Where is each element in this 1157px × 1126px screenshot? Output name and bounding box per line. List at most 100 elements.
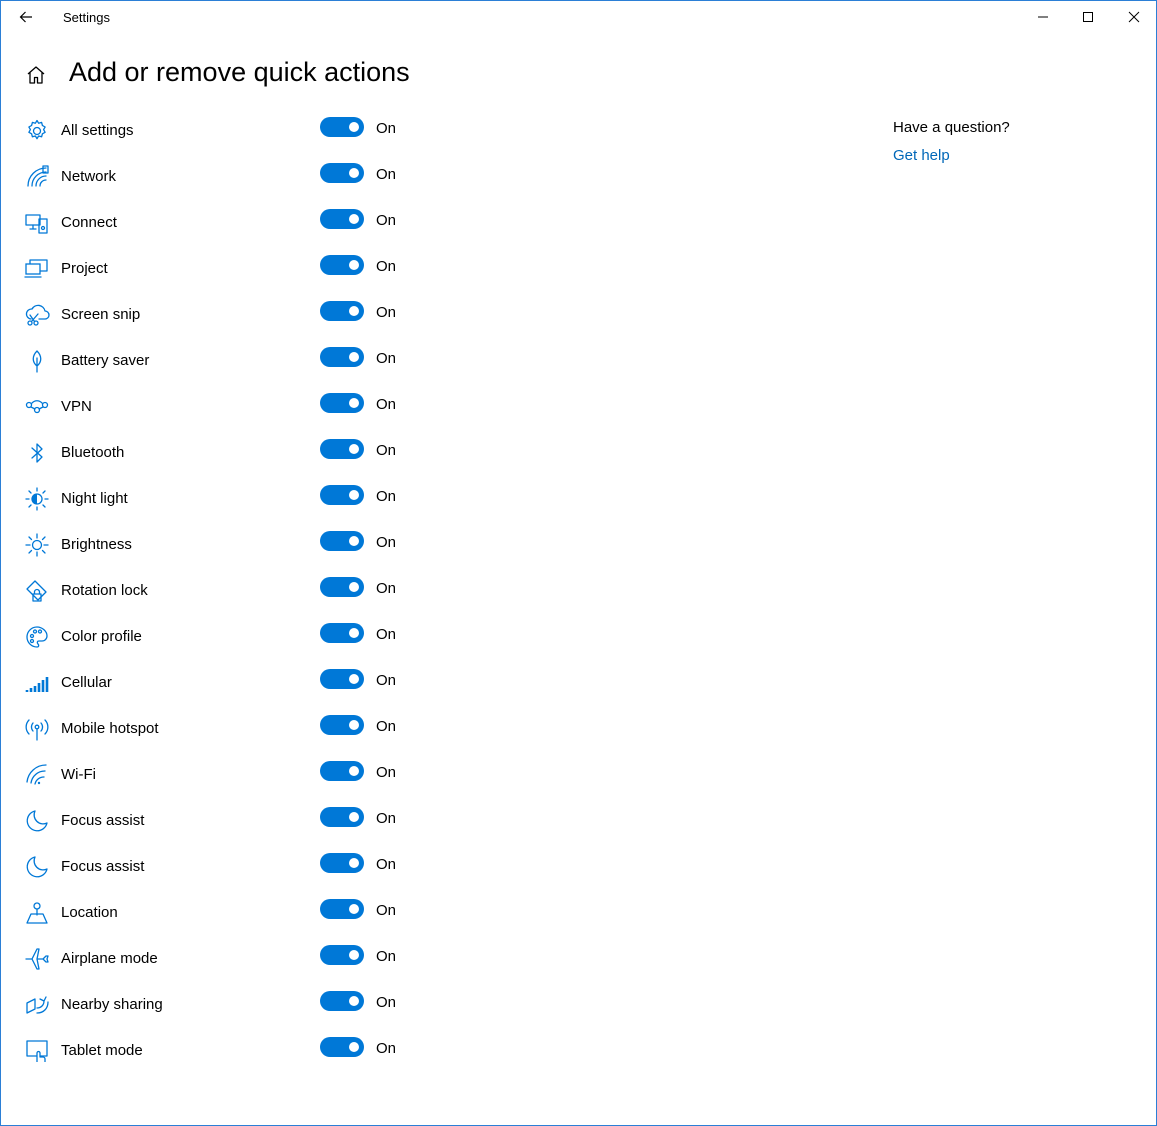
connect-icon <box>24 210 50 236</box>
quick-action-label: Focus assist <box>61 812 145 829</box>
cellular-icon <box>24 670 50 696</box>
quick-action-row: Wi-Fi On <box>1 751 441 797</box>
quick-action-label: VPN <box>61 398 92 415</box>
rotation-lock-icon <box>24 578 50 604</box>
quick-action-row: VPN On <box>1 383 441 429</box>
screen-snip-icon <box>24 302 50 328</box>
quick-action-label: Cellular <box>61 674 112 691</box>
quick-action-toggle[interactable] <box>320 623 364 643</box>
toggle-knob <box>349 628 359 638</box>
get-help-link[interactable]: Get help <box>893 147 1010 164</box>
quick-action-toggle[interactable] <box>320 255 364 275</box>
quick-action-label: Brightness <box>61 536 132 553</box>
wifi-icon <box>24 762 50 788</box>
quick-action-label: Airplane mode <box>61 950 158 967</box>
quick-action-label: Battery saver <box>61 352 150 369</box>
quick-action-row: Location On <box>1 889 441 935</box>
toggle-state-label: On <box>376 120 397 137</box>
quick-action-row: Network On <box>1 153 441 199</box>
quick-action-label: Tablet mode <box>61 1042 143 1059</box>
network-icon <box>24 164 50 190</box>
quick-action-toggle[interactable] <box>320 1037 364 1057</box>
night-light-icon <box>24 486 50 512</box>
back-button[interactable] <box>11 3 41 31</box>
focus-assist-icon <box>24 854 50 880</box>
quick-action-label: Bluetooth <box>61 444 125 461</box>
quick-action-toggle[interactable] <box>320 209 364 229</box>
page-title: Add or remove quick actions <box>69 57 410 87</box>
close-button[interactable] <box>1111 1 1156 33</box>
quick-action-row: Focus assist On <box>1 843 441 889</box>
toggle-knob <box>349 858 359 868</box>
toggle-knob <box>349 490 359 500</box>
quick-action-toggle[interactable] <box>320 807 364 827</box>
quick-action-toggle[interactable] <box>320 715 364 735</box>
quick-action-label: Night light <box>61 490 128 507</box>
quick-action-row: All settings On <box>1 107 441 153</box>
toggle-state-label: On <box>376 1040 397 1057</box>
close-icon <box>1128 11 1140 23</box>
toggle-knob <box>349 1042 359 1052</box>
quick-action-label: All settings <box>61 122 134 139</box>
quick-action-row: Connect On <box>1 199 441 245</box>
quick-action-toggle[interactable] <box>320 577 364 597</box>
toggle-state-label: On <box>376 166 397 183</box>
toggle-state-label: On <box>376 672 397 689</box>
quick-action-toggle[interactable] <box>320 991 364 1011</box>
quick-action-toggle[interactable] <box>320 301 364 321</box>
quick-action-toggle[interactable] <box>320 945 364 965</box>
mobile-hotspot-icon <box>24 716 50 742</box>
maximize-button[interactable] <box>1065 1 1111 33</box>
quick-action-label: Color profile <box>61 628 142 645</box>
minimize-button[interactable] <box>1020 1 1066 33</box>
toggle-state-label: On <box>376 258 397 275</box>
minimize-icon <box>1038 16 1048 18</box>
toggle-state-label: On <box>376 212 397 229</box>
quick-action-toggle[interactable] <box>320 393 364 413</box>
quick-action-label: Location <box>61 904 118 921</box>
quick-action-label: Wi-Fi <box>61 766 96 783</box>
help-panel: Have a question? Get help <box>893 119 1010 164</box>
toggle-state-label: On <box>376 718 397 735</box>
quick-action-toggle[interactable] <box>320 531 364 551</box>
quick-action-toggle[interactable] <box>320 163 364 183</box>
toggle-state-label: On <box>376 902 397 919</box>
quick-action-toggle[interactable] <box>320 117 364 137</box>
nearby-sharing-icon <box>24 992 50 1018</box>
toggle-state-label: On <box>376 764 397 781</box>
toggle-knob <box>349 812 359 822</box>
quick-action-row: Cellular On <box>1 659 441 705</box>
toggle-knob <box>349 904 359 914</box>
location-icon <box>24 900 50 926</box>
quick-action-row: Mobile hotspot On <box>1 705 441 751</box>
quick-action-row: Focus assist On <box>1 797 441 843</box>
quick-action-label: Nearby sharing <box>61 996 163 1013</box>
quick-action-toggle[interactable] <box>320 669 364 689</box>
quick-action-toggle[interactable] <box>320 347 364 367</box>
quick-action-row: Color profile On <box>1 613 441 659</box>
quick-action-toggle[interactable] <box>320 899 364 919</box>
settings-window: Settings Add or remove quick actions All… <box>0 0 1157 1126</box>
toggle-knob <box>349 122 359 132</box>
bluetooth-icon <box>24 440 50 466</box>
quick-action-row: Brightness On <box>1 521 441 567</box>
quick-action-toggle[interactable] <box>320 853 364 873</box>
quick-action-label: Network <box>61 168 117 185</box>
quick-action-row: Bluetooth On <box>1 429 441 475</box>
quick-action-label: Mobile hotspot <box>61 720 159 737</box>
toggle-state-label: On <box>376 350 397 367</box>
quick-action-toggle[interactable] <box>320 485 364 505</box>
toggle-state-label: On <box>376 580 397 597</box>
home-button[interactable] <box>25 64 47 86</box>
toggle-knob <box>349 260 359 270</box>
battery-saver-icon <box>24 348 50 374</box>
quick-action-row: Project On <box>1 245 441 291</box>
quick-action-toggle[interactable] <box>320 439 364 459</box>
toggle-state-label: On <box>376 442 397 459</box>
title-bar: Settings <box>1 1 1156 33</box>
quick-action-row: Night light On <box>1 475 441 521</box>
quick-action-toggle[interactable] <box>320 761 364 781</box>
airplane-icon <box>24 946 50 972</box>
toggle-state-label: On <box>376 396 397 413</box>
quick-actions-list: All settings On Network On Connect On Pr… <box>1 107 441 1073</box>
